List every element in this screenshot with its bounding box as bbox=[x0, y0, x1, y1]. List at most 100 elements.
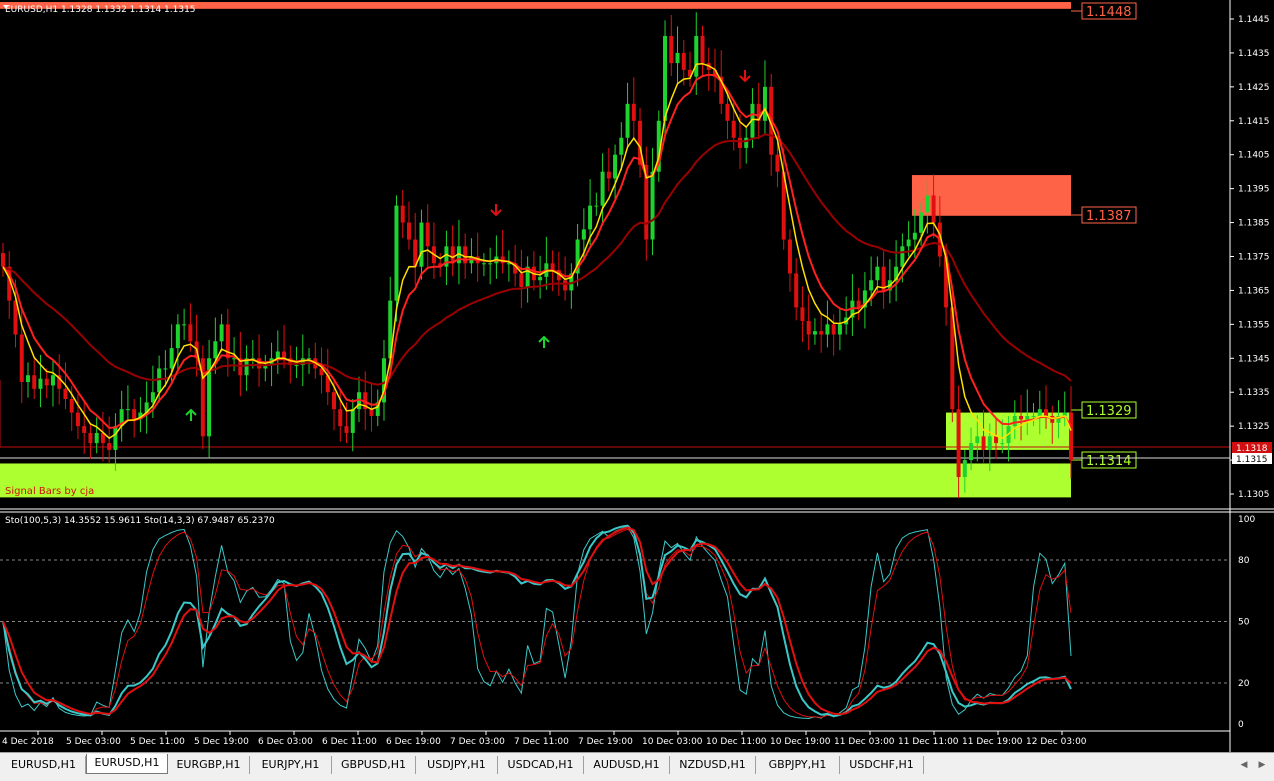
candle-body bbox=[63, 388, 68, 399]
tab-gbpjpy-h1[interactable]: GBPJPY,H1 bbox=[756, 756, 840, 774]
price-tick-label: 1.1365 bbox=[1238, 286, 1270, 296]
candle-body bbox=[962, 460, 967, 478]
time-tick-label: 10 Dec 19:00 bbox=[770, 737, 831, 747]
candle-body bbox=[869, 280, 874, 291]
candle-body bbox=[369, 409, 374, 416]
candle-body bbox=[600, 171, 605, 206]
candle-body bbox=[50, 375, 55, 386]
candle-body bbox=[419, 222, 424, 267]
candle-body bbox=[606, 171, 611, 179]
candle-body bbox=[338, 409, 343, 427]
zone-1 bbox=[912, 175, 1071, 216]
candle-body bbox=[538, 276, 543, 281]
tab-usdjpy-h1[interactable]: USDJPY,H1 bbox=[416, 756, 498, 774]
candle-body bbox=[275, 351, 280, 359]
candle-body bbox=[619, 137, 624, 155]
candle-body bbox=[650, 171, 655, 240]
stoch-tick-label: 20 bbox=[1238, 679, 1250, 689]
time-tick-label: 4 Dec 2018 bbox=[2, 737, 54, 747]
time-tick-label: 12 Dec 03:00 bbox=[1026, 737, 1087, 747]
tab-eurusd-h1[interactable]: EURUSD,H1 bbox=[2, 756, 86, 774]
time-tick-label: 10 Dec 11:00 bbox=[706, 737, 767, 747]
symbol-tab-bar: EURUSD,H1 EURUSD,H1 EURGBP,H1 EURJPY,H1 GBPU… bbox=[0, 752, 1274, 781]
time-tick-label: 6 Dec 11:00 bbox=[322, 737, 377, 747]
zone-label: 1.1314 bbox=[1086, 454, 1132, 469]
candle-body bbox=[113, 426, 118, 450]
candle-body bbox=[675, 52, 680, 64]
price-tick-label: 1.1375 bbox=[1238, 253, 1270, 263]
tab-eurusd-h1[interactable]: EURUSD,H1 bbox=[86, 754, 168, 774]
time-tick-label: 6 Dec 19:00 bbox=[386, 737, 441, 747]
zone-label: 1.1387 bbox=[1086, 209, 1132, 224]
candle-body bbox=[188, 324, 193, 342]
candle-body bbox=[107, 443, 112, 450]
stoch-tick-label: 80 bbox=[1238, 556, 1250, 566]
candle-body bbox=[132, 409, 137, 420]
candle-body bbox=[213, 341, 218, 359]
tab-eurgbp-h1[interactable]: EURGBP,H1 bbox=[168, 756, 250, 774]
candle-body bbox=[75, 412, 80, 427]
candle-body bbox=[394, 205, 399, 301]
candle-body bbox=[663, 35, 668, 121]
candle-body bbox=[831, 324, 836, 335]
candle-body bbox=[344, 426, 349, 433]
tab-scroll-right-icon[interactable]: ▶ bbox=[1254, 756, 1270, 774]
candle-body bbox=[19, 334, 24, 383]
price-tag-current-text: 1.1315 bbox=[1236, 455, 1268, 465]
time-tick-label: 10 Dec 03:00 bbox=[642, 737, 703, 747]
time-tick-label: 7 Dec 19:00 bbox=[578, 737, 633, 747]
candle-body bbox=[44, 378, 49, 386]
time-tick-label: 5 Dec 19:00 bbox=[194, 737, 249, 747]
tab-usdchf-h1[interactable]: USDCHF,H1 bbox=[840, 756, 924, 774]
time-tick-label: 11 Dec 19:00 bbox=[962, 737, 1023, 747]
candle-body bbox=[825, 324, 830, 335]
candle-body bbox=[931, 195, 936, 223]
candle-body bbox=[38, 378, 43, 389]
candle-body bbox=[906, 239, 911, 247]
candle-body bbox=[1019, 415, 1024, 420]
candle-body bbox=[700, 35, 705, 64]
candle-body bbox=[1037, 409, 1042, 416]
tab-eurjpy-h1[interactable]: EURJPY,H1 bbox=[250, 756, 332, 774]
candle-body bbox=[812, 331, 817, 335]
candle-body bbox=[969, 443, 974, 461]
candle-body bbox=[837, 324, 842, 335]
candle-body bbox=[94, 432, 99, 444]
candle-body bbox=[987, 436, 992, 450]
candle-body bbox=[594, 205, 599, 207]
candle-body bbox=[762, 86, 767, 121]
chart-canvas[interactable]: 1.1448 1.1387 1.1329 1.1314 1.1445 1.1435 1.1… bbox=[0, 0, 1274, 752]
candle-body bbox=[88, 432, 93, 444]
candle-body bbox=[1044, 409, 1049, 416]
time-tick-label: 11 Dec 03:00 bbox=[834, 737, 895, 747]
time-tick-label: 7 Dec 03:00 bbox=[450, 737, 505, 747]
price-tick-label: 1.1325 bbox=[1238, 422, 1270, 432]
tab-gbpusd-h1[interactable]: GBPUSD,H1 bbox=[332, 756, 416, 774]
price-tick-label: 1.1405 bbox=[1238, 151, 1270, 161]
tab-audusd-h1[interactable]: AUDUSD,H1 bbox=[584, 756, 670, 774]
candle-body bbox=[25, 375, 30, 383]
tab-nzdusd-h1[interactable]: NZDUSD,H1 bbox=[670, 756, 756, 774]
candle-body bbox=[775, 154, 780, 172]
tab-scroll-left-icon[interactable]: ◀ bbox=[1236, 756, 1252, 774]
price-tick-label: 1.1445 bbox=[1238, 15, 1270, 25]
stoch-tick-label: 50 bbox=[1238, 618, 1250, 628]
candle-body bbox=[425, 222, 430, 247]
candle-body bbox=[725, 103, 730, 121]
candle-body bbox=[150, 392, 155, 403]
candle-body bbox=[163, 368, 168, 370]
candle-body bbox=[519, 273, 524, 288]
chart-background bbox=[0, 0, 1274, 752]
candle-body bbox=[563, 280, 568, 291]
candle-body bbox=[588, 205, 593, 230]
tab-usdcad-h1[interactable]: USDCAD,H1 bbox=[498, 756, 584, 774]
candle-body bbox=[1, 253, 5, 267]
time-tick-label: 11 Dec 11:00 bbox=[898, 737, 959, 747]
signal-bars-label: Signal Bars by cja bbox=[5, 486, 94, 497]
candle-body bbox=[1069, 412, 1073, 461]
candle-body bbox=[69, 399, 74, 413]
candle-body bbox=[819, 331, 824, 335]
candle-body bbox=[900, 246, 905, 267]
candle-body bbox=[925, 195, 930, 213]
time-tick-label: 7 Dec 11:00 bbox=[514, 737, 569, 747]
